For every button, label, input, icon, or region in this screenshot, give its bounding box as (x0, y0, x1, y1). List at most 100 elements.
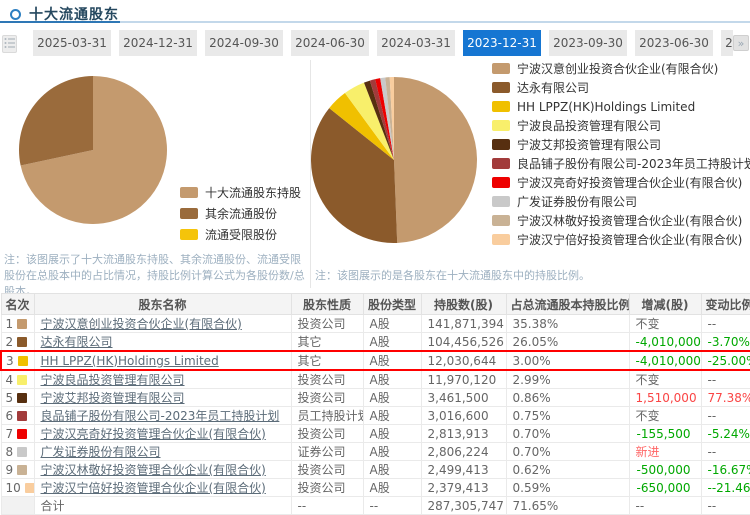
legend-item[interactable]: HH LPPZ(HK)Holdings Limited (492, 100, 750, 113)
table-row: 2达永有限公司其它A股104,456,52626.05%-4,010,000-3… (1, 333, 750, 352)
legend-swatch-icon (492, 120, 510, 131)
legend-label: 其余流通股份 (205, 205, 277, 222)
holder-nature-cell: 投资公司 (291, 389, 363, 407)
ownership-pct-cell: 0.70% (506, 425, 629, 443)
holder-name-cell: HH LPPZ(HK)Holdings Limited (34, 351, 291, 370)
pie-slice[interactable] (19, 76, 93, 165)
legend-swatch-icon (492, 215, 510, 226)
shareholder-link[interactable]: HH LPPZ(HK)Holdings Limited (41, 354, 219, 368)
share-type-cell: A股 (363, 370, 421, 389)
share-type-cell: A股 (363, 443, 421, 461)
legend-swatch-icon (492, 196, 510, 207)
rank-cell: 8 (1, 443, 34, 461)
holder-name-cell: 宁波汉林敬好投资管理合伙企业(有限合伙) (34, 461, 291, 479)
capital-structure-legend: 十大流通股东持股其余流通股份流通受限股份 (180, 185, 301, 248)
tab-2024-03-31[interactable]: 2024-03-31 (377, 30, 455, 56)
tab-2023-12-31[interactable]: 2023-12-31 (463, 30, 541, 56)
tab-2023-03-31[interactable]: 2023-03-31 (721, 30, 733, 56)
legend-swatch-icon (492, 82, 510, 93)
shareholder-link[interactable]: 宁波良品投资管理有限公司 (41, 373, 185, 387)
holder-name-cell: 宁波汉意创业投资合伙企业(有限合伙) (34, 315, 291, 333)
rank-cell: 10 (1, 479, 34, 497)
share-type-cell: -- (363, 497, 421, 515)
ownership-pct-cell: 0.59% (506, 479, 629, 497)
table-row: 5宁波艾邦投资管理有限公司投资公司A股3,461,5000.86%1,510,0… (1, 389, 750, 407)
tab-2023-06-30[interactable]: 2023-06-30 (635, 30, 713, 56)
legend-item[interactable]: 其余流通股份 (180, 206, 301, 220)
legend-item[interactable]: 宁波汉宁倍好投资管理合伙企业(有限合伙) (492, 233, 750, 246)
change-shares-cell: 不变 (629, 407, 701, 425)
column-header: 增减(股) (629, 294, 701, 315)
legend-item[interactable]: 宁波汉林敬好投资管理合伙企业(有限合伙) (492, 214, 750, 227)
change-shares-cell: 不变 (629, 315, 701, 333)
holder-color-swatch (17, 337, 27, 347)
tab-2024-06-30[interactable]: 2024-06-30 (291, 30, 369, 56)
legend-item[interactable]: 流通受限股份 (180, 227, 301, 241)
legend-item[interactable]: 良品铺子股份有限公司-2023年员工持股计划 (492, 157, 750, 170)
pie-slice[interactable] (394, 77, 477, 243)
legend-swatch-icon (180, 187, 198, 198)
shareholder-link[interactable]: 宁波汉林敬好投资管理合伙企业(有限合伙) (41, 463, 266, 477)
legend-label: 宁波汉宁倍好投资管理合伙企业(有限合伙) (517, 231, 742, 248)
shareholders-table: 名次股东名称股东性质股份类型持股数(股)占总流通股本持股比例增减(股)变动比例 … (0, 293, 750, 515)
table-row: 8广发证券股份有限公司证券公司A股2,806,2240.70%新进-- (1, 443, 750, 461)
shareholder-link[interactable]: 达永有限公司 (41, 335, 113, 349)
ownership-pct-cell: 0.86% (506, 389, 629, 407)
shareholder-link[interactable]: 宁波汉亮奇好投资管理合伙企业(有限合伙) (41, 427, 266, 441)
tab-2024-09-30[interactable]: 2024-09-30 (205, 30, 283, 56)
legend-item[interactable]: 宁波汉意创业投资合伙企业(有限合伙) (492, 62, 750, 75)
rank-cell: 1 (1, 315, 34, 333)
total-row: 合计----287,305,74771.65%---- (1, 497, 750, 515)
change-pct-cell: -- (701, 370, 750, 389)
legend-item[interactable]: 十大流通股东持股 (180, 185, 301, 199)
table-row: 10宁波汉宁倍好投资管理合伙企业(有限合伙)投资公司A股2,379,4130.5… (1, 479, 750, 497)
column-header: 股份类型 (363, 294, 421, 315)
tabs-scroll-right-button[interactable]: » (733, 35, 749, 51)
legend-label: 宁波汉林敬好投资管理合伙企业(有限合伙) (517, 212, 742, 229)
rank-cell: 3 (1, 351, 34, 370)
shares-held-cell: 2,379,413 (421, 479, 506, 497)
tab-2024-12-31[interactable]: 2024-12-31 (119, 30, 197, 56)
holder-color-swatch (25, 483, 34, 493)
table-row: 7宁波汉亮奇好投资管理合伙企业(有限合伙)投资公司A股2,813,9130.70… (1, 425, 750, 443)
rank-cell: 5 (1, 389, 34, 407)
legend-item[interactable]: 宁波艾邦投资管理有限公司 (492, 138, 750, 151)
date-tabbar: 2025-03-31 2024-12-31 2024-09-30 2024-06-30… (0, 30, 750, 56)
shares-held-cell: 2,813,913 (421, 425, 506, 443)
shareholder-link[interactable]: 宁波汉宁倍好投资管理合伙企业(有限合伙) (41, 481, 266, 495)
table-row: 4宁波良品投资管理有限公司投资公司A股11,970,1202.99%不变-- (1, 370, 750, 389)
legend-swatch-icon (180, 208, 198, 219)
legend-item[interactable]: 宁波良品投资管理有限公司 (492, 119, 750, 132)
list-icon (3, 36, 16, 50)
legend-swatch-icon (180, 229, 198, 240)
holder-name-cell: 宁波良品投资管理有限公司 (34, 370, 291, 389)
section-bullet-icon (10, 9, 21, 20)
shareholder-link[interactable]: 宁波汉意创业投资合伙企业(有限合伙) (41, 317, 242, 331)
shareholder-link[interactable]: 良品铺子股份有限公司-2023年员工持股计划 (41, 409, 280, 423)
shareholder-link[interactable]: 宁波艾邦投资管理有限公司 (41, 391, 185, 405)
shares-held-cell: 2,806,224 (421, 443, 506, 461)
shares-held-cell: 2,499,413 (421, 461, 506, 479)
legend-swatch-icon (492, 63, 510, 74)
change-pct-cell: -- (701, 497, 750, 515)
legend-item[interactable]: 达永有限公司 (492, 81, 750, 94)
list-view-icon[interactable] (2, 35, 17, 53)
legend-label: 宁波良品投资管理有限公司 (517, 117, 661, 134)
column-header: 持股数(股) (421, 294, 506, 315)
legend-item[interactable]: 广发证券股份有限公司 (492, 195, 750, 208)
change-shares-cell: -650,000 (629, 479, 701, 497)
holder-name-cell: 宁波汉亮奇好投资管理合伙企业(有限合伙) (34, 425, 291, 443)
tab-2025-03-31[interactable]: 2025-03-31 (33, 30, 111, 56)
ownership-pct-cell: 2.99% (506, 370, 629, 389)
share-type-cell: A股 (363, 461, 421, 479)
legend-item[interactable]: 宁波汉亮奇好投资管理合伙企业(有限合伙) (492, 176, 750, 189)
column-header: 股东名称 (34, 294, 291, 315)
shareholder-link[interactable]: 广发证券股份有限公司 (41, 445, 161, 459)
holder-nature-cell: 其它 (291, 351, 363, 370)
legend-swatch-icon (492, 139, 510, 150)
legend-swatch-icon (492, 158, 510, 169)
ownership-pct-cell: 35.38% (506, 315, 629, 333)
tab-2023-09-30[interactable]: 2023-09-30 (549, 30, 627, 56)
holder-color-swatch (17, 447, 27, 457)
column-header: 变动比例 (701, 294, 750, 315)
